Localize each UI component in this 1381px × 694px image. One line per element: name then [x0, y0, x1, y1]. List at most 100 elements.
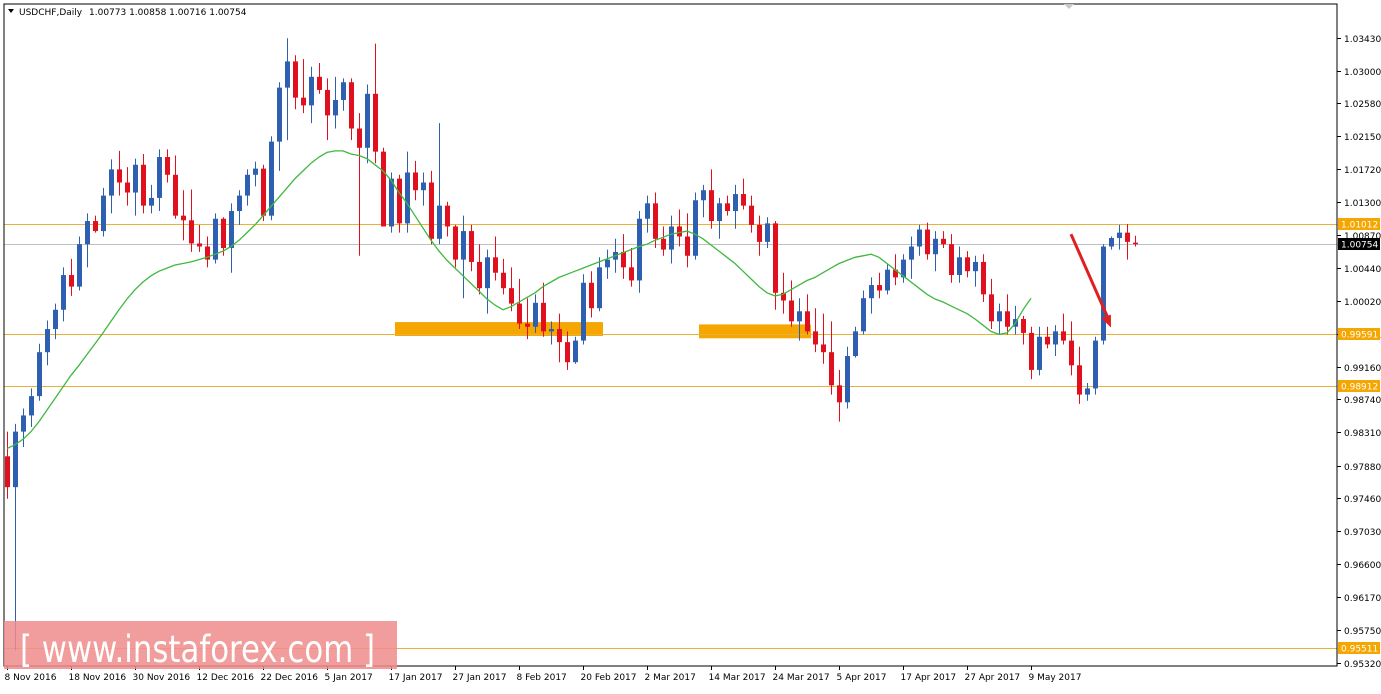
- time-tick-label: 12 Dec 2016: [197, 673, 255, 683]
- candle-body: [197, 243, 202, 247]
- candle-body: [541, 302, 546, 332]
- candle-body: [341, 82, 346, 100]
- time-tick-label: 9 May 2017: [1029, 673, 1082, 683]
- candle-body: [309, 76, 314, 106]
- candle-body: [133, 164, 138, 193]
- candle-body: [965, 257, 970, 272]
- price-tick-label: 0.99160: [1344, 364, 1381, 374]
- candle-body: [949, 244, 954, 276]
- candle-body: [45, 329, 50, 353]
- candle-body: [109, 169, 114, 196]
- candle-body: [173, 174, 178, 216]
- time-tick-label: 27 Jan 2017: [453, 673, 507, 683]
- candle-body: [757, 224, 762, 242]
- candle-body: [237, 195, 242, 212]
- time-tick-label: 27 Apr 2017: [965, 673, 1021, 683]
- watermark: [ www.instaforex.com ]: [4, 621, 397, 671]
- candle-body: [1125, 232, 1130, 242]
- candle-body: [957, 257, 962, 276]
- candle-body: [69, 275, 74, 287]
- price-tick-label: 1.01300: [1344, 199, 1381, 209]
- candle-body: [85, 221, 90, 245]
- candle-body: [829, 352, 834, 386]
- price-tick-label: 1.03000: [1344, 68, 1381, 78]
- candle-body: [909, 246, 914, 260]
- price-tick-label: 1.00440: [1344, 265, 1381, 275]
- candle-body: [741, 194, 746, 206]
- candle-body: [941, 238, 946, 245]
- price-tick-label: 0.96170: [1344, 594, 1381, 604]
- candle-body: [509, 288, 514, 304]
- candle-body: [293, 61, 298, 98]
- candle-body: [1101, 246, 1106, 341]
- candle-body: [629, 267, 634, 281]
- candle-body: [557, 329, 562, 343]
- candle-body: [1109, 238, 1114, 247]
- candle-body: [333, 99, 338, 116]
- candle-body: [381, 151, 386, 227]
- candle-body: [189, 220, 194, 244]
- candle-body: [661, 238, 666, 250]
- candle-body: [101, 195, 106, 232]
- candle-body: [461, 231, 466, 260]
- candle-body: [589, 282, 594, 309]
- candle-body: [725, 203, 730, 212]
- zones-layer: [395, 322, 811, 339]
- chart-header[interactable]: USDCHF,Daily 1.00773 1.00858 1.00716 1.0…: [8, 8, 247, 18]
- time-tick-label: 20 Feb 2017: [581, 673, 637, 683]
- candle-body: [1021, 319, 1026, 333]
- candle-body: [1117, 232, 1122, 239]
- candle-body: [669, 226, 674, 250]
- time-tick-label: 17 Jan 2017: [389, 673, 443, 683]
- candle-body: [365, 93, 370, 148]
- candle-body: [1077, 365, 1082, 395]
- candle-body: [405, 172, 410, 224]
- price-tick-label: 0.95750: [1344, 627, 1381, 637]
- candle-body: [317, 76, 322, 90]
- candle-body: [285, 61, 290, 88]
- candle-body: [453, 226, 458, 260]
- candle-body: [853, 331, 858, 357]
- candle-body: [861, 298, 866, 332]
- level-price-text: 0.95511: [1341, 645, 1378, 655]
- candle-body: [581, 282, 586, 341]
- time-tick-label: 14 Mar 2017: [709, 673, 766, 683]
- candle-body: [637, 218, 642, 281]
- candle-body: [93, 221, 98, 232]
- candle-body: [533, 302, 538, 327]
- candle-body: [485, 257, 490, 289]
- candle-body: [621, 251, 626, 268]
- candle-body: [565, 342, 570, 363]
- candle-body: [421, 182, 426, 191]
- support-zone: [395, 322, 603, 336]
- candlestick-chart: USDCHF,Daily 1.00773 1.00858 1.00716 1.0…: [0, 0, 1381, 690]
- candle-body: [797, 311, 802, 322]
- candle-body: [229, 211, 234, 249]
- candle-body: [13, 431, 18, 488]
- candle-body: [165, 157, 170, 175]
- candle-body: [37, 352, 42, 397]
- candle-body: [357, 128, 362, 148]
- candle-body: [717, 203, 722, 222]
- time-tick-label: 5 Apr 2017: [837, 673, 887, 683]
- candle-body: [389, 178, 394, 227]
- candle-body: [821, 344, 826, 353]
- candle-body: [701, 190, 706, 201]
- candle-body: [1045, 336, 1050, 345]
- candle-body: [885, 269, 890, 291]
- price-tick-label: 0.97030: [1344, 528, 1381, 538]
- candle-body: [789, 300, 794, 322]
- candle-body: [645, 203, 650, 219]
- candle-body: [773, 223, 778, 293]
- candle-body: [709, 190, 714, 222]
- candle-body: [597, 267, 602, 309]
- candle-body: [157, 157, 162, 198]
- candle-body: [733, 194, 738, 212]
- level-price-text: 1.01012: [1341, 221, 1378, 231]
- price-tick-label: 1.01720: [1344, 166, 1381, 176]
- candle-body: [1053, 331, 1058, 345]
- price-tick-label: 1.02150: [1344, 133, 1381, 143]
- price-tick-label: 0.98310: [1344, 429, 1381, 439]
- candle-body: [997, 311, 1002, 322]
- candle-body: [573, 340, 578, 363]
